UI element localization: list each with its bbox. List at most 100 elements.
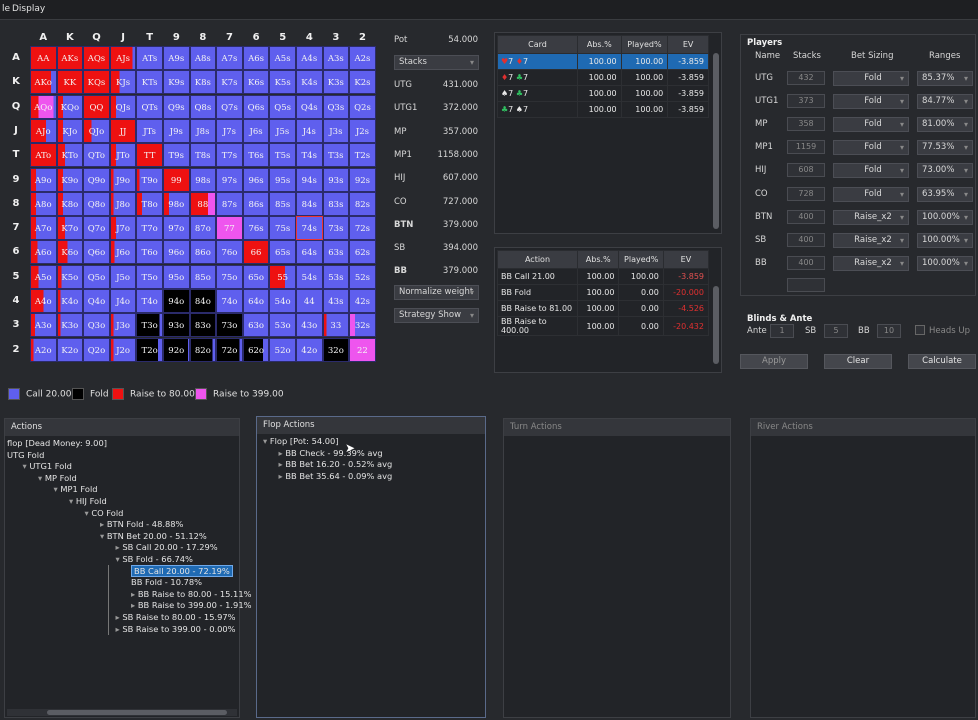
hand-cell[interactable]: T7o <box>136 216 163 241</box>
hand-cell[interactable]: T9o <box>136 167 163 192</box>
table-row[interactable]: ♣7 ♠7 100.00 100.00 -3.859 <box>497 101 709 118</box>
table-row[interactable]: BB Raise to 81.00 100.00 0.00 -4.526 <box>497 300 710 317</box>
hand-cell[interactable]: T2s <box>349 143 376 168</box>
hand-cell[interactable]: T4o <box>136 289 163 313</box>
hand-cell[interactable]: K9o <box>56 167 84 192</box>
table-row[interactable]: ♠7 ♣7 100.00 100.00 -3.859 <box>497 85 709 102</box>
hand-cell[interactable]: T4s <box>296 143 323 168</box>
hand-cell[interactable]: 95s <box>269 167 296 192</box>
hand-cell[interactable]: 99 <box>163 167 190 192</box>
hand-cell[interactable]: A4s <box>296 46 323 70</box>
hand-cell[interactable]: K8o <box>56 191 84 216</box>
hand-cell[interactable]: K6o <box>56 240 84 265</box>
hand-cell[interactable]: J7o <box>109 216 137 241</box>
hand-cell[interactable]: 22 <box>349 337 376 362</box>
tree-node[interactable]: ▸ SB Raise to 80.00 - 15.97% <box>116 612 236 622</box>
hand-cell[interactable]: QQ <box>83 94 110 119</box>
hand-cell[interactable]: T5o <box>136 264 163 289</box>
table-row[interactable]: ♦7 ♣7 100.00 100.00 -3.859 <box>497 69 709 86</box>
hand-cell[interactable]: 92s <box>349 167 376 192</box>
hand-cell[interactable]: KTs <box>136 70 163 95</box>
hand-cell[interactable]: 44 <box>296 289 323 313</box>
expand-arrow-icon[interactable]: ▾ <box>38 473 45 483</box>
hand-cell[interactable]: 65o <box>242 264 270 289</box>
hand-cell[interactable]: Q3o <box>83 313 110 338</box>
hand-cell[interactable]: J3o <box>109 313 137 338</box>
hand-cell[interactable]: 95o <box>163 264 190 289</box>
hand-cell[interactable]: 52o <box>269 337 296 362</box>
hand-cell[interactable]: Q7o <box>83 216 110 241</box>
bet-sizing-select[interactable]: Fold <box>833 163 909 179</box>
player-stack-input[interactable]: 608 <box>787 163 825 178</box>
hand-cell[interactable]: AJo <box>30 118 57 143</box>
hand-cell[interactable]: 92o <box>163 337 190 362</box>
card-table-scrollbar[interactable] <box>713 53 719 229</box>
strategy-show-select[interactable]: Strategy Show <box>394 308 479 323</box>
hand-cell[interactable]: A2s <box>349 46 376 70</box>
hand-cell[interactable]: 63s <box>322 240 350 265</box>
tree-node[interactable]: ▸ SB Raise to 399.00 - 0.00% <box>116 624 236 634</box>
table-row[interactable]: BB Call 21.00 100.00 100.00 -3.859 <box>497 268 710 285</box>
hand-cell[interactable]: JJ <box>109 118 137 143</box>
hand-cell[interactable]: A7s <box>216 46 243 70</box>
calculate-button[interactable]: Calculate <box>908 354 976 369</box>
hand-cell[interactable]: 76s <box>242 216 270 241</box>
table-row[interactable]: BB Fold 100.00 0.00 -20.000 <box>497 284 710 301</box>
hand-cell[interactable]: 64o <box>242 289 270 313</box>
hand-cell[interactable]: Q4s <box>296 94 323 119</box>
hand-cell[interactable]: J4s <box>296 118 323 143</box>
hand-cell[interactable]: 62o <box>242 337 270 362</box>
hand-cell[interactable]: 53o <box>269 313 296 338</box>
hand-cell[interactable]: 52s <box>349 264 376 289</box>
hand-cell[interactable]: T2o <box>136 337 163 362</box>
hand-cell[interactable]: 96s <box>242 167 270 192</box>
collapse-arrow-icon[interactable]: ▸ <box>100 519 107 529</box>
hand-cell[interactable]: 43o <box>296 313 323 338</box>
hand-cell[interactable]: 72s <box>349 216 376 241</box>
hand-cell[interactable]: J2s <box>349 118 376 143</box>
player-stack-input[interactable]: 1159 <box>787 140 825 155</box>
hand-cell[interactable]: 42s <box>349 289 376 313</box>
hand-cell[interactable]: J6s <box>242 118 270 143</box>
hand-cell[interactable]: J5s <box>269 118 296 143</box>
range-select[interactable]: 85.37% <box>917 71 973 86</box>
hand-cell[interactable]: KQs <box>83 70 110 95</box>
bet-sizing-select[interactable]: Raise_x2 <box>833 232 909 248</box>
hand-cell[interactable]: 53s <box>322 264 350 289</box>
hand-cell[interactable]: A6o <box>30 240 57 265</box>
tree-node[interactable]: ▾ BTN Bet 20.00 - 51.12% <box>100 531 207 541</box>
player-stack-input[interactable]: 400 <box>787 255 825 270</box>
hand-cell[interactable]: J7s <box>216 118 243 143</box>
hand-cell[interactable]: J6o <box>109 240 137 265</box>
hand-cell[interactable]: JTo <box>109 143 137 168</box>
hand-cell[interactable]: 98s <box>189 167 217 192</box>
tree-node[interactable]: BB Fold - 10.78% <box>131 577 202 587</box>
hand-cell[interactable]: 82o <box>189 337 217 362</box>
hand-cell[interactable]: J9o <box>109 167 137 192</box>
hand-cell[interactable]: AJs <box>109 46 137 70</box>
bet-sizing-select[interactable]: Fold <box>833 71 909 86</box>
hand-cell[interactable]: JTs <box>136 118 163 143</box>
hand-cell[interactable]: T8s <box>189 143 217 168</box>
tree-node[interactable]: ▸ BTN Fold - 48.88% <box>100 519 183 529</box>
hand-cell[interactable]: 97s <box>216 167 243 192</box>
range-select[interactable]: 100.00% <box>917 232 973 248</box>
hand-cell[interactable]: 75o <box>216 264 243 289</box>
bet-sizing-select[interactable]: Fold <box>833 94 909 110</box>
hand-cell[interactable]: 54o <box>269 289 296 313</box>
column-header[interactable]: Abs.% <box>577 35 622 54</box>
bet-sizing-select[interactable]: Fold <box>833 186 909 202</box>
collapse-arrow-icon[interactable]: ▸ <box>131 600 138 610</box>
hand-cell[interactable]: A5s <box>269 46 296 70</box>
column-header[interactable]: Abs.% <box>576 250 620 269</box>
tree-node[interactable]: ▾ SB Fold - 66.74% <box>116 554 193 564</box>
hand-cell[interactable]: K9s <box>163 70 190 95</box>
bb-input[interactable]: 10 <box>877 324 901 338</box>
range-select[interactable]: 84.77% <box>917 94 973 110</box>
hand-cell[interactable]: Q7s <box>216 94 243 119</box>
hand-cell[interactable]: 66 <box>242 240 270 265</box>
hand-cell[interactable]: T6o <box>136 240 163 265</box>
hand-cell[interactable]: 97o <box>163 216 190 241</box>
hand-cell[interactable]: KJs <box>109 70 137 95</box>
range-select[interactable]: 77.53% <box>917 140 973 156</box>
